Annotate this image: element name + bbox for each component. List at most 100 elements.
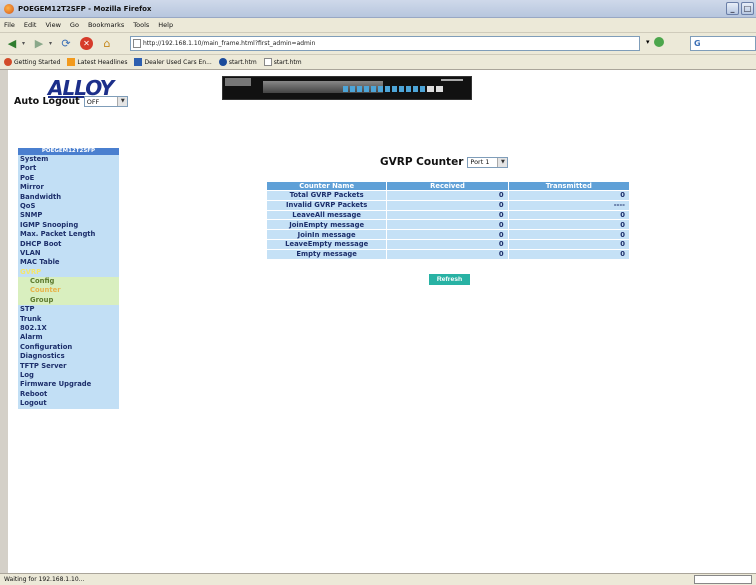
bookmark-label: Latest Headlines xyxy=(77,58,128,66)
sidebar-item-reboot[interactable]: Reboot xyxy=(18,390,119,399)
auto-logout-select[interactable]: OFF ▼ xyxy=(83,96,129,107)
sidebar-subitem-config[interactable]: Config xyxy=(18,277,119,287)
sidebar-item-port[interactable]: Port xyxy=(18,164,119,173)
transmitted-value: 0 xyxy=(507,229,631,240)
menu-go[interactable]: Go xyxy=(70,21,79,29)
table-row: JoinIn message 0 0 xyxy=(265,229,631,240)
auto-logout-label: Auto Logout xyxy=(14,96,80,107)
sidebar-subitem-group[interactable]: Group xyxy=(18,295,119,306)
search-input[interactable]: G xyxy=(690,36,756,51)
counter-name: LeaveEmpty message xyxy=(265,238,388,250)
forward-dropdown-icon[interactable]: ▾ xyxy=(49,40,52,47)
sidebar-subitem-counter[interactable]: Counter xyxy=(18,286,119,296)
switch-device-image xyxy=(222,76,472,100)
menu-view[interactable]: View xyxy=(45,21,60,29)
window-controls: _ □ xyxy=(726,2,754,15)
table-row: LeaveAll message 0 0 xyxy=(265,209,631,221)
sidebar-item-mac-table[interactable]: MAC Table xyxy=(18,258,119,267)
sidebar-item-trunk[interactable]: Trunk xyxy=(18,315,119,324)
table-row: Empty message 0 0 xyxy=(265,248,631,260)
sidebar-item-gvrp[interactable]: GVRP xyxy=(18,268,119,277)
sidebar-item-alarm[interactable]: Alarm xyxy=(18,333,119,342)
port-led xyxy=(385,86,390,92)
bookmark-start-htm-2[interactable]: start.htm xyxy=(263,58,302,66)
go-icon[interactable] xyxy=(653,37,664,47)
menu-file[interactable]: File xyxy=(4,21,15,29)
address-actions: ▾ xyxy=(646,37,664,47)
table-row: JoinEmpty message 0 0 xyxy=(265,219,631,231)
refresh-button[interactable]: Refresh xyxy=(429,274,470,285)
navigation-toolbar: ◀ ▾ ▶ ▾ ⟳ ✕ ⌂ http://192.168.1.10/main_f… xyxy=(0,33,756,55)
sfp-port xyxy=(436,86,443,92)
sidebar-item-log[interactable]: Log xyxy=(18,371,119,380)
page-title-text: GVRP Counter xyxy=(380,156,464,168)
sidebar-item-snmp[interactable]: SNMP xyxy=(18,211,119,220)
back-dropdown-icon[interactable]: ▾ xyxy=(22,40,25,47)
received-value: 0 xyxy=(386,199,509,211)
sidebar-item-mirror[interactable]: Mirror xyxy=(18,183,119,192)
gvrp-counter-table: Counter Name Received Transmitted Total … xyxy=(265,181,631,260)
sidebar-item-dhcp-boot[interactable]: DHCP Boot xyxy=(18,240,119,249)
bookmark-dealer-used-cars[interactable]: Dealer Used Cars En... xyxy=(134,58,212,66)
sidebar-item-tftp-server[interactable]: TFTP Server xyxy=(18,362,119,371)
stop-icon[interactable]: ✕ xyxy=(80,37,94,50)
address-bar[interactable]: http://192.168.1.10/main_frame.html?firs… xyxy=(130,36,640,51)
transmitted-value: 0 xyxy=(507,219,631,231)
sidebar-item-poe[interactable]: PoE xyxy=(18,174,119,183)
menu-edit[interactable]: Edit xyxy=(24,21,37,29)
sidebar-item-diagnostics[interactable]: Diagnostics xyxy=(18,352,119,361)
table-header-row: Counter Name Received Transmitted xyxy=(265,181,631,191)
back-arrow-icon[interactable]: ◀ xyxy=(4,36,20,52)
table-row: LeaveEmpty message 0 0 xyxy=(265,238,631,250)
port-led xyxy=(413,86,418,92)
transmitted-value: 0 xyxy=(507,238,631,250)
bookmark-latest-headlines[interactable]: Latest Headlines xyxy=(67,58,127,66)
device-label-plate xyxy=(225,78,251,86)
sidebar-item-configuration[interactable]: Configuration xyxy=(18,343,119,352)
bookmark-getting-started[interactable]: Getting Started xyxy=(4,58,60,66)
sidebar-item-qos[interactable]: QoS xyxy=(18,202,119,211)
auto-logout-control: Auto Logout OFF ▼ xyxy=(14,96,129,107)
sidebar-item-bandwidth[interactable]: Bandwidth xyxy=(18,193,119,202)
status-bar: Waiting for 192.168.1.10... xyxy=(0,573,756,585)
maximize-button[interactable]: □ xyxy=(741,2,754,15)
page-content: ALLOY Auto Logout OFF ▼ POEGEM12T2SFP Sy… xyxy=(8,70,756,573)
column-header-transmitted: Transmitted xyxy=(507,181,631,191)
port-led xyxy=(399,86,404,92)
reload-icon[interactable]: ⟳ xyxy=(58,36,74,52)
transmitted-value: 0 xyxy=(507,209,631,221)
sidebar-item-vlan[interactable]: VLAN xyxy=(18,249,119,258)
auto-logout-value: OFF xyxy=(86,97,100,106)
port-select[interactable]: Port 1 ▼ xyxy=(467,156,509,168)
port-led xyxy=(420,86,425,92)
sidebar-title: POEGEM12T2SFP xyxy=(18,148,119,155)
sidebar-item-system[interactable]: System xyxy=(18,155,119,164)
sidebar-item-logout[interactable]: Logout xyxy=(18,399,119,408)
menu-tools[interactable]: Tools xyxy=(133,21,149,29)
table-row: Invalid GVRP Packets 0 ---- xyxy=(265,199,631,211)
counter-name: Total GVRP Packets xyxy=(265,190,388,201)
home-icon[interactable]: ⌂ xyxy=(99,36,115,52)
port-led xyxy=(392,86,397,92)
chevron-down-icon: ▼ xyxy=(497,157,508,167)
forward-arrow-icon[interactable]: ▶ xyxy=(31,36,47,52)
received-value: 0 xyxy=(386,229,509,240)
menu-bookmarks[interactable]: Bookmarks xyxy=(88,21,124,29)
minimize-button[interactable]: _ xyxy=(726,2,739,15)
sidebar-item-stp[interactable]: STP xyxy=(18,305,119,314)
sidebar-item-igmp-snooping[interactable]: IGMP Snooping xyxy=(18,221,119,230)
device-ports xyxy=(343,86,443,92)
menu-help[interactable]: Help xyxy=(158,21,173,29)
sidebar-item-max-packet-length[interactable]: Max. Packet Length xyxy=(18,230,119,239)
sidebar-item-8021x[interactable]: 802.1X xyxy=(18,324,119,333)
port-led xyxy=(371,86,376,92)
page-title: GVRP Counter Port 1 ▼ xyxy=(380,156,509,168)
port-led xyxy=(357,86,362,92)
column-header-received: Received xyxy=(386,181,509,191)
window-titlebar: POEGEM12T2SFP - Mozilla Firefox _ □ xyxy=(0,0,756,18)
bookmark-label: Dealer Used Cars En... xyxy=(144,58,212,66)
bookmark-start-htm-1[interactable]: start.htm xyxy=(218,58,257,66)
address-dropdown-icon[interactable]: ▾ xyxy=(646,38,650,46)
sidebar-item-firmware-upgrade[interactable]: Firmware Upgrade xyxy=(18,380,119,389)
port-led xyxy=(406,86,411,92)
